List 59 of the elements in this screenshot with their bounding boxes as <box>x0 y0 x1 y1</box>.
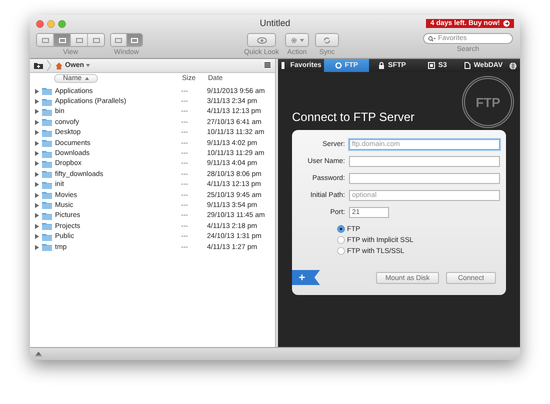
folder-icon <box>42 87 52 96</box>
layout-icon <box>92 38 100 42</box>
caret-icon <box>86 64 90 67</box>
view-control[interactable] <box>36 33 105 47</box>
globe-icon[interactable] <box>508 62 517 70</box>
caret-icon <box>300 38 304 42</box>
folder-icon <box>42 212 52 220</box>
ring-icon <box>334 62 342 69</box>
folder-icon <box>42 139 52 148</box>
input-field[interactable] <box>349 173 500 184</box>
document-icon <box>464 62 471 69</box>
folder-icon <box>42 201 52 210</box>
sync-icon <box>323 36 332 44</box>
folder-icon <box>42 191 52 200</box>
panel-heading: Connect to FTP Server <box>292 110 416 124</box>
layout-icon <box>42 38 48 42</box>
eject-icon[interactable] <box>35 352 42 356</box>
sort-arrow-icon <box>84 77 89 80</box>
window-control[interactable] <box>110 33 143 47</box>
eye-icon <box>256 36 267 44</box>
box-icon <box>428 62 436 69</box>
close-button[interactable] <box>36 20 44 28</box>
window-segment[interactable] <box>126 34 142 46</box>
folder-icon <box>42 118 52 126</box>
toolbar-button[interactable] <box>285 33 310 47</box>
radio-on-icon <box>337 225 345 233</box>
gear-icon <box>290 36 298 44</box>
toolbar-button[interactable] <box>247 33 276 47</box>
folder-icon <box>42 222 52 230</box>
folder-icon <box>42 98 52 106</box>
view-segment[interactable] <box>70 34 87 46</box>
folder-icon <box>42 232 52 241</box>
input-field[interactable] <box>349 156 500 167</box>
search-icon <box>428 36 436 42</box>
folder-icon <box>42 128 52 137</box>
toolbar-button[interactable] <box>315 33 340 47</box>
layout-icon <box>76 38 82 42</box>
layout-icon <box>115 38 122 42</box>
folder-icon <box>42 108 52 116</box>
view-segment[interactable] <box>37 34 53 46</box>
folder-icon <box>42 150 52 158</box>
bookmark-icon <box>280 62 288 69</box>
layout-icon <box>131 38 138 42</box>
layout-icon <box>58 38 66 42</box>
arrow-icon <box>503 20 510 27</box>
view-segment[interactable] <box>53 34 70 46</box>
window-title: Untitled <box>260 18 290 28</box>
home-icon <box>55 62 63 70</box>
folder-icon <box>42 160 52 168</box>
folder-icon <box>42 243 52 252</box>
view-segment[interactable] <box>87 34 104 46</box>
folder-icon <box>42 170 52 178</box>
new-folder-icon[interactable] <box>34 62 43 69</box>
folder-icon <box>42 180 52 189</box>
zoom-button[interactable] <box>58 20 66 28</box>
window-segment[interactable] <box>111 34 126 46</box>
add-bookmark-button[interactable]: + <box>292 270 320 285</box>
lock-icon <box>378 62 386 69</box>
list-icon[interactable] <box>264 62 271 69</box>
